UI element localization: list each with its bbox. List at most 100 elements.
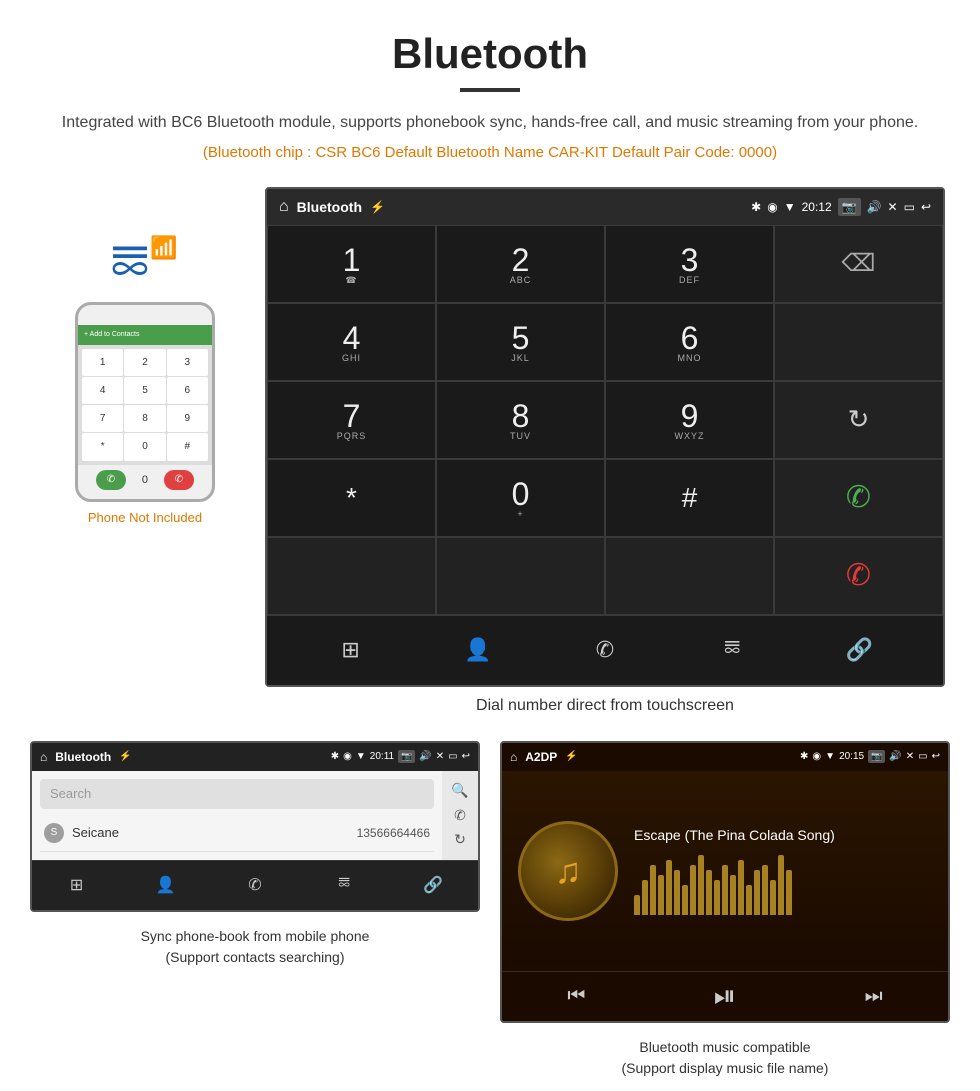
ms-usb-icon: ⚡ (565, 751, 577, 762)
dial-status-bar: ⌂ Bluetooth ⚡ ✱ ◉ ▼ 20:12 📷 🔊 ✕ ▭ ↩ (267, 189, 943, 225)
side-phone-icon[interactable]: ✆ (454, 807, 466, 824)
ms-back-icon[interactable]: ↩ (932, 751, 940, 762)
dial-key-refresh[interactable]: ↻ (774, 381, 943, 459)
viz-bar-4 (658, 875, 664, 915)
dial-key-7[interactable]: 7PQRS (267, 381, 436, 459)
phone-key-8[interactable]: 8 (124, 405, 165, 432)
phone-key-star[interactable]: * (82, 433, 123, 460)
dial-key-5[interactable]: 5JKL (436, 303, 605, 381)
side-refresh-icon[interactable]: ↻ (454, 831, 466, 848)
pb-toolbar-link[interactable]: 🔗 (415, 867, 451, 903)
toolbar-person-icon[interactable]: 👤 (453, 625, 503, 675)
dial-key-2[interactable]: 2ABC (436, 225, 605, 303)
status-bar-right: ✱ ◉ ▼ 20:12 📷 🔊 ✕ ▭ ↩ (751, 198, 931, 216)
dial-android-screen: ⌂ Bluetooth ⚡ ✱ ◉ ▼ 20:12 📷 🔊 ✕ ▭ ↩ (265, 187, 945, 687)
phone-key-0[interactable]: 0 (124, 433, 165, 460)
toolbar-phone-icon[interactable]: ✆ (580, 625, 630, 675)
dial-key-star[interactable]: * (267, 459, 436, 537)
contact-name: Seicane (72, 825, 357, 840)
dial-key-9[interactable]: 9WXYZ (605, 381, 774, 459)
viz-bar-11 (714, 880, 720, 915)
viz-bar-10 (706, 870, 712, 915)
pb-back-icon[interactable]: ↩ (462, 751, 470, 762)
pb-toolbar-grid[interactable]: ⊞ (59, 867, 95, 903)
dial-key-0[interactable]: 0+ (436, 459, 605, 537)
toolbar-bluetooth-icon[interactable]: ⯹ (707, 625, 757, 675)
pb-usb-icon: ⚡ (119, 751, 131, 762)
toolbar-link-icon[interactable]: 🔗 (834, 625, 884, 675)
viz-bar-20 (786, 870, 792, 915)
phone-bottom: ✆ 0 ✆ (78, 465, 212, 495)
phone-key-hash[interactable]: # (167, 433, 208, 460)
phone-zero-btn[interactable]: 0 (142, 474, 148, 486)
location-icon: ◉ (767, 200, 777, 214)
dial-end-button[interactable]: ✆ (774, 537, 943, 615)
ms-time: 20:15 (839, 751, 864, 762)
viz-bar-14 (738, 860, 744, 915)
viz-bar-12 (722, 865, 728, 915)
dial-key-backspace[interactable]: ⌫ (774, 225, 943, 303)
phonebook-caption: Sync phone-book from mobile phone (Suppo… (30, 918, 480, 976)
music-visualizer (634, 855, 932, 915)
contact-phone: 13566664466 (357, 826, 430, 840)
viz-bar-5 (666, 860, 672, 915)
dial-call-button[interactable]: ✆ (774, 459, 943, 537)
dial-key-3[interactable]: 3DEF (605, 225, 774, 303)
next-track-button[interactable]: ⏭ (854, 976, 894, 1016)
phonebook-side-icons: 🔍 ✆ ↻ (442, 771, 478, 860)
contact-row[interactable]: S Seicane 13566664466 (40, 815, 434, 852)
ms-bt-icon: ✱ (800, 751, 808, 762)
volume-icon: 🔊 (867, 200, 882, 214)
dial-key-6[interactable]: 6MNO (605, 303, 774, 381)
phonebook-android-screen: ⌂ Bluetooth ⚡ ✱ ◉ ▼ 20:11 📷 🔊 ✕ ▭ ↩ (30, 741, 480, 912)
dial-key-4[interactable]: 4GHI (267, 303, 436, 381)
phone-key-4[interactable]: 4 (82, 377, 123, 404)
phone-key-1[interactable]: 1 (82, 349, 123, 376)
phone-key-3[interactable]: 3 (167, 349, 208, 376)
ms-status-left: ⌂ A2DP ⚡ (510, 750, 578, 764)
phone-screen-header: + Add to Contacts (78, 325, 212, 345)
pb-home-icon[interactable]: ⌂ (40, 750, 47, 764)
music-android-screen: ⌂ A2DP ⚡ ✱ ◉ ▼ 20:15 📷 🔊 ✕ ▭ ↩ (500, 741, 950, 1023)
music-body: ♫ Escape (The Pina Colada Song) (502, 771, 948, 971)
prev-track-button[interactable]: ⏮ (556, 976, 596, 1016)
ms-home-icon[interactable]: ⌂ (510, 750, 517, 764)
phone-screen: + Add to Contacts 1 2 3 4 5 6 7 8 9 * 0 … (78, 325, 212, 465)
viz-bar-19 (778, 855, 784, 915)
phone-call-button[interactable]: ✆ (96, 470, 126, 490)
usb-icon: ⚡ (370, 200, 385, 214)
phone-key-7[interactable]: 7 (82, 405, 123, 432)
back-icon[interactable]: ↩ (921, 200, 931, 214)
phone-key-5[interactable]: 5 (124, 377, 165, 404)
home-icon[interactable]: ⌂ (279, 198, 289, 216)
page-header: Bluetooth Integrated with BC6 Bluetooth … (0, 0, 980, 187)
viz-bar-1 (634, 895, 640, 915)
dial-key-1[interactable]: 1☎ (267, 225, 436, 303)
pb-toolbar-phone[interactable]: ✆ (237, 867, 273, 903)
dial-empty-5b (436, 537, 605, 615)
play-pause-button[interactable]: ⏯ (705, 976, 745, 1016)
phonebook-search-box[interactable]: Search (40, 779, 434, 809)
phone-key-2[interactable]: 2 (124, 349, 165, 376)
pb-toolbar-bluetooth[interactable]: ⯹ (326, 867, 362, 903)
viz-bar-13 (730, 875, 736, 915)
phone-keypad: 1 2 3 4 5 6 7 8 9 * 0 # (78, 345, 212, 465)
pb-toolbar-person[interactable]: 👤 (148, 867, 184, 903)
toolbar-grid-icon[interactable]: ⊞ (326, 625, 376, 675)
phone-key-6[interactable]: 6 (167, 377, 208, 404)
pb-x-icon: ✕ (436, 751, 444, 762)
ms-title: A2DP (525, 750, 557, 764)
page-specs: (Bluetooth chip : CSR BC6 Default Blueto… (20, 144, 960, 161)
phonebook-body: Search S Seicane 13566664466 (32, 771, 442, 860)
pb-wifi-icon: ▼ (356, 751, 366, 762)
viz-bar-2 (642, 880, 648, 915)
phone-end-button[interactable]: ✆ (164, 470, 194, 490)
dial-key-8[interactable]: 8TUV (436, 381, 605, 459)
phone-key-9[interactable]: 9 (167, 405, 208, 432)
phonebook-caption-line1: Sync phone-book from mobile phone (141, 928, 370, 944)
side-search-icon[interactable]: 🔍 (451, 782, 468, 799)
dial-key-hash[interactable]: # (605, 459, 774, 537)
viz-bar-3 (650, 865, 656, 915)
pb-status-right: ✱ ◉ ▼ 20:11 📷 🔊 ✕ ▭ ↩ (331, 750, 470, 763)
ms-wifi-icon: ▼ (825, 751, 835, 762)
